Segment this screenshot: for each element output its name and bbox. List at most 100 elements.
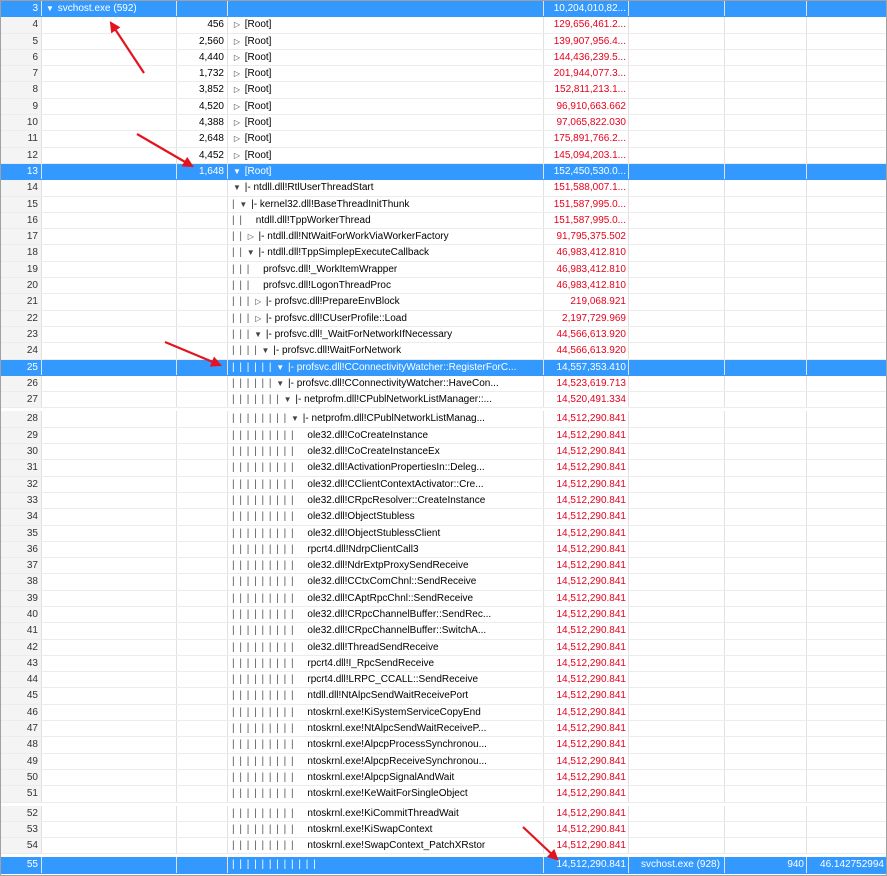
weight-cell: 10,204,010,82... xyxy=(544,1,629,17)
triangle-down-icon[interactable]: ▼ xyxy=(253,327,263,342)
process-cell xyxy=(42,147,177,163)
table-row[interactable]: 18 | | ▼ |- ntdll.dll!TppSimplepExecuteCa… xyxy=(1,245,886,262)
table-row[interactable]: 13 1,648 ▼ [Root] 152,450,530.0... xyxy=(1,163,886,181)
table-row[interactable]: 14 ▼ |- ntdll.dll!RtlUserThreadStart 151,5… xyxy=(1,180,886,197)
triangle-right-icon[interactable]: ▷ xyxy=(232,131,242,146)
table-row[interactable]: 37 | | | | | | | | | ole32.dll!NdrExtpPro… xyxy=(1,558,886,575)
stack-frame-label: ole32.dll!NdrExtpProxySendReceive xyxy=(307,560,469,572)
ready-thread-cell xyxy=(725,212,807,229)
ready-weight-cell xyxy=(807,115,886,130)
table-row[interactable]: 10 4,388 ▷ [Root] 97,065,822.030 xyxy=(1,115,886,132)
thread-id-cell xyxy=(177,606,228,623)
table-row[interactable]: 19 | | | profsvc.dll!_WorkItemWrapper 46,9… xyxy=(1,261,886,279)
triangle-down-icon[interactable]: ▼ xyxy=(45,1,55,16)
table-row[interactable]: 49 | | | | | | | | | ntoskrnl.exe!AlpcpRe… xyxy=(1,753,886,770)
table-row[interactable]: 5 2,560 ▷ [Root] 139,907,956.4... xyxy=(1,33,886,50)
table-row[interactable]: 24 | | | | ▼ |- profsvc.dll!WaitForNetwor… xyxy=(1,343,886,360)
table-row[interactable]: 25 | | | | | | ▼ |- profsvc.dll!CConnecti… xyxy=(1,359,886,376)
tree-guide: | | | | | | | | | xyxy=(232,560,295,572)
process-cell xyxy=(42,196,177,212)
triangle-down-icon[interactable]: ▼ xyxy=(275,360,285,375)
table-row[interactable]: 9 4,520 ▷ [Root] 96,910,663.662 xyxy=(1,98,886,116)
table-row[interactable]: 29 | | | | | | | | | ole32.dll!CoCreateIn… xyxy=(1,427,886,445)
table-row[interactable]: 44 | | | | | | | | | rpcrt4.dll!LRPC_CCAL… xyxy=(1,672,886,689)
triangle-right-icon[interactable]: ▷ xyxy=(253,294,263,309)
table-row[interactable]: 43 | | | | | | | | | rpcrt4.dll!I_RpcSend… xyxy=(1,655,886,673)
triangle-right-icon[interactable]: ▷ xyxy=(232,34,242,49)
table-row[interactable]: 8 3,852 ▷ [Root] 152,811,213.1... xyxy=(1,82,886,99)
weight-cell: 14,512,290.841 xyxy=(544,590,629,606)
triangle-down-icon[interactable]: ▼ xyxy=(275,376,285,391)
triangle-down-icon[interactable]: ▼ xyxy=(290,411,300,426)
stack-frame-label: ntoskrnl.exe!KiSwapContext xyxy=(307,823,433,835)
table-row[interactable]: 17 | | ▷ |- ntdll.dll!NtWaitForWorkViaWor… xyxy=(1,229,886,246)
table-row[interactable]: 35 | | | | | | | | | ole32.dll!ObjectStub… xyxy=(1,525,886,542)
triangle-right-icon[interactable]: ▷ xyxy=(253,311,263,326)
table-row[interactable]: 55 | | | | | | | | | | | | 14,512,290.841… xyxy=(1,857,886,874)
table-row[interactable]: 16 | | ntdll.dll!TppWorkerThread 151,587,9… xyxy=(1,212,886,230)
triangle-right-icon[interactable]: ▷ xyxy=(246,229,256,244)
table-row[interactable]: 34 | | | | | | | | | ole32.dll!ObjectStub… xyxy=(1,509,886,526)
table-row[interactable]: 51 | | | | | | | | | ntoskrnl.exe!KeWaitF… xyxy=(1,786,886,803)
triangle-down-icon[interactable]: ▼ xyxy=(261,343,271,358)
stack-cell: | | | | | | | | | ntoskrnl.exe!AlpcpSign… xyxy=(228,769,544,786)
table-row[interactable]: 36 | | | | | | | | | rpcrt4.dll!NdrpClien… xyxy=(1,541,886,559)
table-row[interactable]: 3 ▼ svchost.exe (592) 10,204,010,82... xyxy=(1,1,886,18)
thread-id-cell xyxy=(177,212,228,229)
table-row[interactable]: 45 | | | | | | | | | ntdll.dll!NtAlpcSend… xyxy=(1,688,886,705)
stack-frame-label: [Root] xyxy=(244,35,272,47)
triangle-right-icon[interactable]: ▷ xyxy=(232,66,242,81)
ready-thread-cell xyxy=(725,326,807,343)
triangle-down-icon[interactable]: ▼ xyxy=(246,245,256,260)
table-row[interactable]: 23 | | | ▼ |- profsvc.dll!_WaitForNetwork… xyxy=(1,326,886,344)
triangle-right-icon[interactable]: ▷ xyxy=(232,17,242,32)
line-number: 52 xyxy=(1,805,42,821)
triangle-right-icon[interactable]: ▷ xyxy=(232,148,242,163)
table-row[interactable]: 15 | ▼ |- kernel32.dll!BaseThreadInitThun… xyxy=(1,196,886,213)
table-row[interactable]: 6 4,440 ▷ [Root] 144,436,239.5... xyxy=(1,49,886,67)
stack-frame-label: [Root] xyxy=(244,149,272,161)
table-row[interactable]: 53 | | | | | | | | | ntoskrnl.exe!KiSwapC… xyxy=(1,821,886,839)
stack-frame-label: [Root] xyxy=(244,165,272,177)
table-row[interactable]: 48 | | | | | | | | | ntoskrnl.exe!AlpcpPr… xyxy=(1,737,886,754)
triangle-down-icon[interactable]: ▼ xyxy=(238,197,248,212)
table-row[interactable]: 22 | | | ▷ |- profsvc.dll!CUserProfile::L… xyxy=(1,310,886,327)
table-row[interactable]: 39 | | | | | | | | | ole32.dll!CAptRpcChn… xyxy=(1,590,886,607)
line-number: 40 xyxy=(1,606,42,623)
table-row[interactable]: 41 | | | | | | | | | ole32.dll!CRpcChanne… xyxy=(1,623,886,640)
table-row[interactable]: 31 | | | | | | | | | ole32.dll!Activation… xyxy=(1,460,886,477)
triangle-down-icon[interactable]: ▼ xyxy=(283,392,293,407)
table-row[interactable]: 30 | | | | | | | | | ole32.dll!CoCreateIn… xyxy=(1,444,886,461)
triangle-right-icon[interactable]: ▷ xyxy=(232,99,242,114)
table-row[interactable]: 12 4,452 ▷ [Root] 145,094,203.1... xyxy=(1,147,886,164)
table-row[interactable]: 20 | | | profsvc.dll!LogonThreadProc 46,98… xyxy=(1,278,886,295)
triangle-right-icon[interactable]: ▷ xyxy=(232,115,242,130)
table-row[interactable]: 38 | | | | | | | | | ole32.dll!CCtxComChn… xyxy=(1,574,886,591)
table-row[interactable]: 40 | | | | | | | | | ole32.dll!CRpcChanne… xyxy=(1,606,886,624)
table-row[interactable]: 33 | | | | | | | | | ole32.dll!CRpcResolv… xyxy=(1,492,886,510)
ready-thread-cell xyxy=(725,704,807,721)
table-row[interactable]: 46 | | | | | | | | | ntoskrnl.exe!KiSyste… xyxy=(1,704,886,722)
ready-thread-cell xyxy=(725,411,807,427)
triangle-down-icon[interactable]: ▼ xyxy=(232,180,242,195)
triangle-down-icon[interactable]: ▼ xyxy=(232,164,242,179)
ready-weight-cell xyxy=(807,477,886,492)
table-row[interactable]: 28 | | | | | | | | ▼ |- netprofm.dll!CPub… xyxy=(1,411,886,428)
table-row[interactable]: 26 | | | | | | ▼ |- profsvc.dll!CConnecti… xyxy=(1,375,886,393)
table-row[interactable]: 7 1,732 ▷ [Root] 201,944,077.3... xyxy=(1,66,886,83)
ready-weight-cell xyxy=(807,640,886,655)
triangle-right-icon[interactable]: ▷ xyxy=(232,50,242,65)
table-row[interactable]: 32 | | | | | | | | | ole32.dll!CClientCon… xyxy=(1,476,886,493)
table-row[interactable]: 21 | | | ▷ |- profsvc.dll!PrepareEnvBlock… xyxy=(1,294,886,311)
triangle-right-icon[interactable]: ▷ xyxy=(232,82,242,97)
table-row[interactable]: 47 | | | | | | | | | ntoskrnl.exe!NtAlpcS… xyxy=(1,721,886,738)
table-row[interactable]: 54 | | | | | | | | | ntoskrnl.exe!SwapCon… xyxy=(1,838,886,855)
table-row[interactable]: 42 | | | | | | | | | ole32.dll!ThreadSend… xyxy=(1,639,886,656)
thread-id-cell xyxy=(177,245,228,261)
table-row[interactable]: 50 | | | | | | | | | ntoskrnl.exe!AlpcpSi… xyxy=(1,769,886,787)
ready-process-cell xyxy=(629,655,725,672)
table-row[interactable]: 4 456 ▷ [Root] 129,656,461.2... xyxy=(1,17,886,34)
table-row[interactable]: 11 2,648 ▷ [Root] 175,891,766.2... xyxy=(1,131,886,148)
table-row[interactable]: 52 | | | | | | | | | ntoskrnl.exe!KiCommi… xyxy=(1,805,886,822)
table-row[interactable]: 27 | | | | | | | ▼ |- netprofm.dll!CPublN… xyxy=(1,392,886,409)
